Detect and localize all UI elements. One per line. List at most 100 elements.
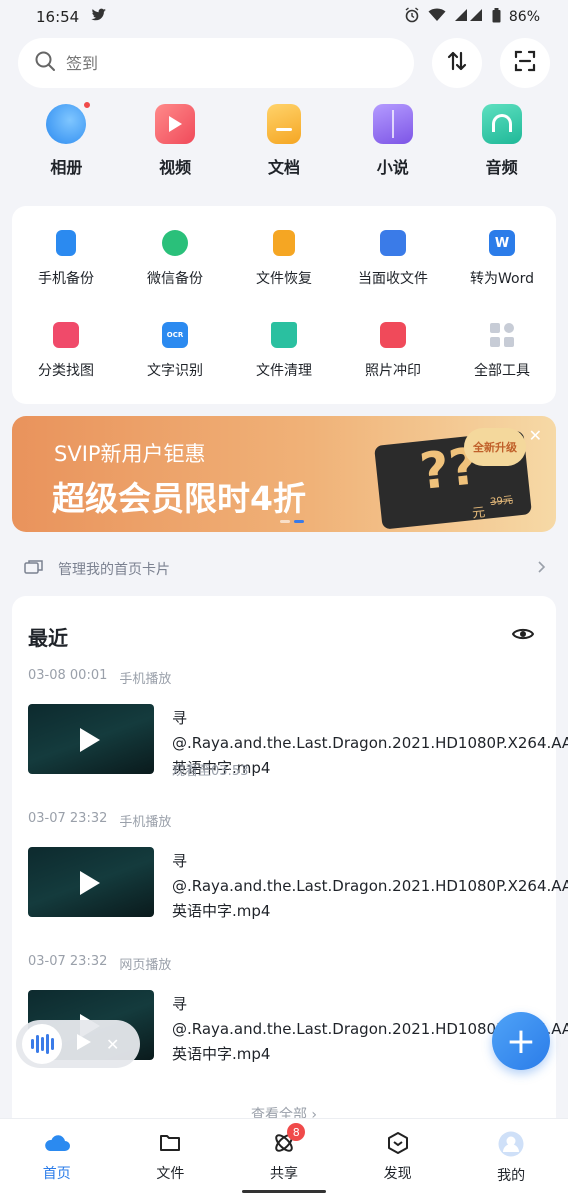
entry-filename: 寻@.Raya.and.the.Last.Dragon.2021.HD1080P… [172,995,568,1063]
entry-progress: 观看至03:53 [172,764,249,779]
phone-backup-icon [56,230,76,256]
tool-label: 手机备份 [38,271,94,287]
tool-photo-print[interactable]: 照片冲印 [339,322,447,380]
video-thumbnail[interactable] [28,704,154,774]
video-thumbnail[interactable] [28,847,154,917]
transfer-button[interactable] [432,38,482,88]
folder-icon [158,1131,182,1159]
tool-image-search[interactable]: 分类找图 [12,322,120,380]
category-video[interactable]: 视频 [130,104,220,188]
document-icon [266,104,301,144]
all-tools-icon [489,322,515,348]
tools-panel: 手机备份 微信备份 文件恢复 当面收文件 W 转为Word 分类找图 OCR 文… [12,206,556,404]
discover-icon [386,1131,410,1159]
tool-label: 分类找图 [38,363,94,379]
home-indicator [242,1190,326,1193]
mini-player[interactable]: ✕ [16,1020,140,1068]
tab-label: 首页 [42,1166,71,1182]
tab-share[interactable]: 8 共享 [227,1119,341,1200]
tab-home[interactable]: 首页 [0,1119,114,1200]
recent-entry[interactable]: 03-07 23:32 手机播放 寻@.Raya.and.the.Last.Dra… [28,811,568,920]
tool-file-recovery[interactable]: 文件恢复 [230,230,338,288]
recent-entry[interactable]: 03-08 00:01 手机播放 寻@.Raya.and.the.Last.Dra… [28,668,568,779]
close-icon[interactable]: ✕ [529,426,542,445]
album-icon [46,100,93,144]
file-recovery-icon [273,230,295,256]
tool-all-tools[interactable]: 全部工具 [448,322,556,380]
tool-word-convert[interactable]: W 转为Word [448,230,556,288]
tab-files[interactable]: 文件 [114,1119,228,1200]
tab-label: 发现 [383,1166,412,1182]
play-icon [80,728,100,752]
tool-receive-file[interactable]: 当面收文件 [339,230,447,288]
tool-phone-backup[interactable]: 手机备份 [12,230,120,288]
video-icon [155,104,196,144]
eye-icon[interactable] [511,626,535,646]
add-button[interactable]: + [492,1012,550,1070]
svip-promo-banner[interactable]: SVIP新用户钜惠 超级会员限时4折 ?? 39元 元 全新升级 ✕ [12,416,556,532]
category-label: 音频 [485,158,518,177]
category-novel[interactable]: 小说 [348,104,438,188]
category-label: 视频 [159,158,192,177]
plus-icon: + [505,1020,537,1062]
tool-label: 文字识别 [147,363,203,379]
search-bar[interactable] [18,38,414,88]
receive-file-icon [380,230,406,256]
category-label: 小说 [376,158,409,177]
recent-title: 最近 [28,626,68,650]
audio-icon [481,104,522,144]
transfer-arrows-icon [445,49,469,77]
status-bar: 16:54 86% [0,0,568,34]
search-input[interactable] [66,53,398,73]
cards-icon [24,559,44,579]
wifi-icon [428,8,446,26]
chevron-right-icon [538,561,546,577]
photo-print-icon [380,322,406,348]
tool-label: 当面收文件 [358,271,428,287]
word-convert-icon: W [489,230,515,256]
tool-label: 微信备份 [147,271,203,287]
entry-source: 手机播放 [119,672,172,687]
tool-file-clean[interactable]: 文件清理 [230,322,338,380]
category-document[interactable]: 文档 [239,104,329,188]
entry-date: 03-07 23:32 [28,954,108,969]
upgrade-tag: 全新升级 [464,428,526,466]
wechat-backup-icon [162,230,188,256]
tab-discover[interactable]: 发现 [341,1119,455,1200]
recent-entry[interactable]: 03-07 23:32 网页播放 寻@.Raya.and.the.Last.Dra… [28,954,568,1063]
search-row [18,38,550,88]
banner-headline: 超级会员限时4折 [52,479,306,518]
novel-icon [372,104,413,144]
play-icon [80,871,100,895]
bottom-tab-bar: 首页 文件 8 共享 发现 我的 [0,1118,568,1200]
manage-cards-label: 管理我的首页卡片 [58,562,170,578]
category-label: 相册 [50,158,83,177]
status-time: 16:54 [36,8,80,26]
tool-label: 全部工具 [474,363,530,379]
tab-label: 共享 [269,1166,298,1182]
tab-label: 文件 [156,1166,185,1182]
tool-label: 文件清理 [256,363,312,379]
tool-ocr[interactable]: OCR 文字识别 [121,322,229,380]
tool-wechat-backup[interactable]: 微信备份 [121,230,229,288]
tab-mine[interactable]: 我的 [454,1119,568,1200]
tab-label: 我的 [497,1168,526,1184]
entry-source: 网页播放 [119,958,172,973]
scan-button[interactable] [500,38,550,88]
quick-categories: 相册 视频 文档 小说 音频 [12,100,556,188]
play-button[interactable] [76,1033,92,1055]
manage-home-cards[interactable]: 管理我的首页卡片 [24,556,546,582]
tool-label: 转为Word [470,271,534,287]
entry-date: 03-08 00:01 [28,668,108,683]
file-clean-icon [271,322,297,348]
category-audio[interactable]: 音频 [457,104,547,188]
scan-icon [513,49,537,77]
home-cloud-icon [43,1131,71,1159]
avatar-icon [498,1131,524,1161]
twitter-icon [91,8,107,26]
audio-wave-icon [22,1024,62,1064]
alarm-icon [404,7,420,27]
category-album[interactable]: 相册 [21,100,111,188]
close-icon[interactable]: ✕ [106,1035,119,1054]
ocr-icon: OCR [162,322,188,348]
